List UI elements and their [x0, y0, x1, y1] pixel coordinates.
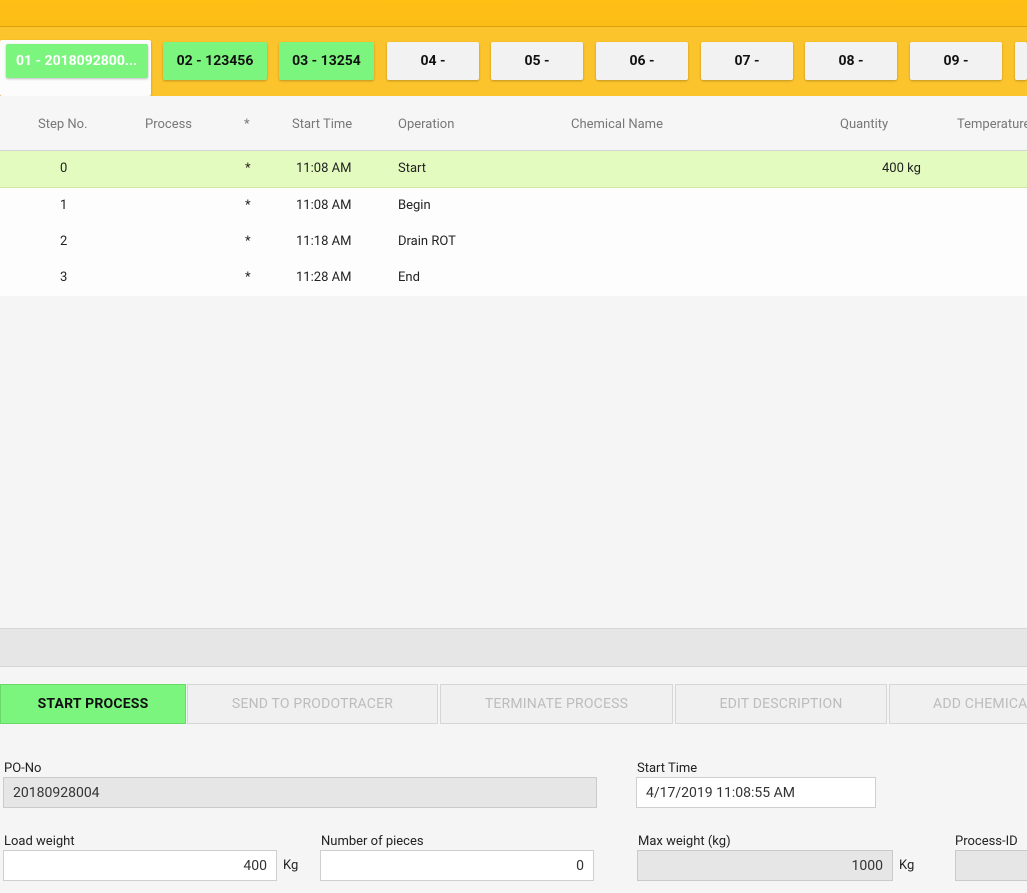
cell-operation: Drain ROT	[398, 234, 456, 249]
header-chemical-name[interactable]: Chemical Name	[571, 117, 663, 132]
cell-step: 3	[60, 270, 68, 285]
cell-operation: Begin	[398, 198, 431, 213]
cell-star: *	[245, 161, 251, 176]
process-id-label: Process-ID	[955, 834, 1018, 849]
grid-footer-bar	[0, 628, 1027, 667]
header-quantity[interactable]: Quantity	[840, 117, 888, 132]
load-weight-label: Load weight	[4, 834, 75, 849]
header-star[interactable]: *	[244, 117, 250, 132]
tab-10-partial[interactable]	[1015, 42, 1027, 80]
tab-02[interactable]: 02 - 123456	[163, 42, 267, 80]
cell-step: 2	[60, 234, 68, 249]
send-to-prodotracer-button[interactable]: SEND TO PRODOTRACER	[187, 684, 438, 724]
grid-empty-area	[0, 296, 1027, 627]
cell-operation: Start	[398, 161, 427, 176]
cell-start-time: 11:08 AM	[296, 161, 352, 176]
title-bar	[0, 0, 1027, 27]
table-row[interactable]: 0 * 11:08 AM Start 400 kg	[0, 151, 1027, 188]
max-weight-unit: Kg	[899, 858, 915, 873]
terminate-process-button[interactable]: TERMINATE PROCESS	[440, 684, 673, 724]
tab-01[interactable]: 01 - 2018092800...	[6, 44, 148, 78]
header-process[interactable]: Process	[145, 117, 192, 132]
cell-step: 1	[60, 198, 68, 213]
cell-star: *	[245, 234, 251, 249]
number-of-pieces-field[interactable]: 0	[320, 850, 594, 881]
cell-star: *	[245, 270, 251, 285]
batch-tab-strip: 01 - 2018092800... 02 - 123456 03 - 1325…	[0, 27, 1027, 96]
po-no-label: PO-No	[4, 761, 42, 776]
load-weight-unit: Kg	[283, 858, 299, 873]
add-chemical-button[interactable]: ADD CHEMICAL	[889, 684, 1027, 724]
load-weight-field[interactable]: 400	[3, 850, 277, 881]
tab-06[interactable]: 06 -	[596, 42, 688, 80]
cell-star: *	[245, 198, 251, 213]
tab-05[interactable]: 05 -	[491, 42, 583, 80]
start-time-label: Start Time	[637, 761, 698, 776]
cell-operation: End	[398, 270, 420, 285]
steps-grid-header: Step No. Process * Start Time Operation …	[0, 96, 1027, 151]
table-row[interactable]: 2 * 11:18 AM Drain ROT	[0, 224, 1027, 261]
cell-quantity: 400 kg	[882, 161, 921, 176]
edit-description-button[interactable]: EDIT DESCRIPTION	[675, 684, 887, 724]
max-weight-label: Max weight (kg)	[638, 834, 731, 849]
header-start-time[interactable]: Start Time	[292, 117, 352, 132]
cell-step: 0	[60, 161, 68, 176]
number-of-pieces-label: Number of pieces	[321, 834, 424, 849]
cell-start-time: 11:28 AM	[296, 270, 352, 285]
tab-07[interactable]: 07 -	[701, 42, 793, 80]
process-id-field[interactable]	[955, 850, 1027, 881]
tab-09[interactable]: 09 -	[910, 42, 1002, 80]
header-temperature[interactable]: Temperature	[957, 117, 1027, 132]
cell-start-time: 11:18 AM	[296, 234, 352, 249]
tab-03[interactable]: 03 - 13254	[279, 42, 374, 80]
header-operation[interactable]: Operation	[398, 117, 454, 132]
cell-start-time: 11:08 AM	[296, 198, 352, 213]
tab-08[interactable]: 08 -	[805, 42, 897, 80]
table-row[interactable]: 3 * 11:28 AM End	[0, 260, 1027, 297]
header-step-no[interactable]: Step No.	[38, 117, 88, 132]
table-row[interactable]: 1 * 11:08 AM Begin	[0, 188, 1027, 225]
start-time-field[interactable]: 4/17/2019 11:08:55 AM	[636, 777, 876, 808]
max-weight-field[interactable]: 1000	[637, 850, 893, 881]
po-no-field[interactable]: 20180928004	[3, 777, 597, 808]
tab-04[interactable]: 04 -	[387, 42, 479, 80]
start-process-button[interactable]: START PROCESS	[0, 684, 186, 724]
